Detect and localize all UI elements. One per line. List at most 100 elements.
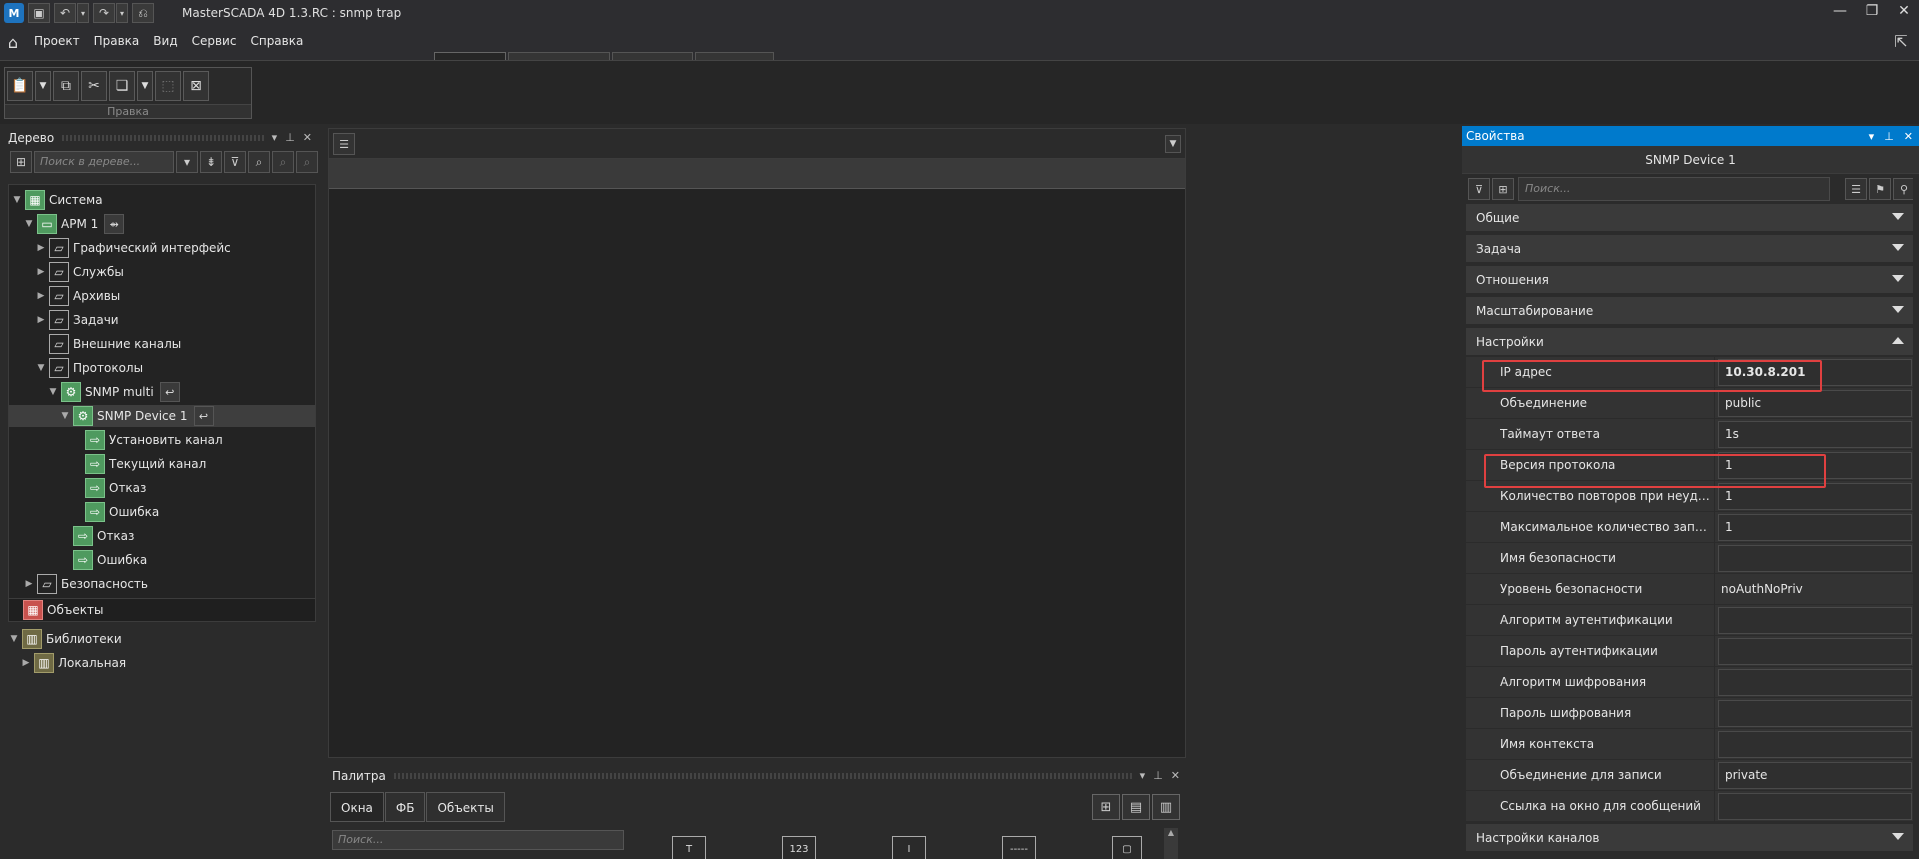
expand-arrow-icon[interactable]: ▶ [20,658,32,668]
pin-property-icon[interactable]: ⚲ [1893,178,1915,200]
expand-arrow-icon[interactable]: ▼ [11,195,23,205]
palette-tab-objects[interactable]: Объекты [426,792,505,822]
find-previous-icon[interactable]: ⌕ [272,151,294,173]
categorized-view-icon[interactable]: ☰ [1845,178,1867,200]
find-next-icon[interactable]: ⌕ [296,151,318,173]
panel-close-icon[interactable]: ✕ [1904,130,1913,143]
tree-item-tasks[interactable]: ▶ ▱ Задачи [35,309,119,331]
tree-item-error[interactable]: ⇨ Ошибка [71,501,159,523]
expand-arrow-icon[interactable]: ▼ [8,634,20,644]
prop-value-max-requests[interactable]: 1 [1718,514,1912,541]
tree-section-libraries[interactable]: ▼ ▥ Библиотеки [8,628,122,650]
category-channel-settings[interactable]: Настройки каналов [1466,824,1914,852]
redo-icon[interactable]: ↷ [93,3,115,23]
properties-search-input[interactable]: Поиск... [1518,177,1830,201]
palette-item-text[interactable]: T [672,836,706,859]
expand-arrow-icon[interactable]: ▶ [23,579,35,589]
select-icon[interactable]: ⬚ [155,71,181,101]
menu-edit[interactable]: Правка [94,34,140,48]
prop-value-auth-algo[interactable] [1718,607,1912,634]
panel-close-icon[interactable]: ✕ [1171,766,1180,786]
panel-grip[interactable] [393,773,1132,779]
return-arrow-icon[interactable]: ↩ [193,406,214,426]
prop-value-timeout[interactable]: 1s [1718,421,1912,448]
palette-tab-windows[interactable]: Окна [330,792,384,822]
flag-icon[interactable]: ⚑ [1869,178,1891,200]
palette-item-number[interactable]: 123 [782,836,816,859]
tree-item-error-2[interactable]: ⇨ Ошибка [59,549,147,571]
paste-icon[interactable]: 📋 [7,71,33,101]
expand-arrow-icon[interactable]: ▼ [47,387,59,397]
panel-close-icon[interactable]: ✕ [303,128,312,148]
undo-icon[interactable]: ↶ [54,3,76,23]
palette-scrollbar[interactable]: ▲ [1164,828,1178,859]
list-icon[interactable]: ☰ [333,133,355,155]
panel-menu-icon[interactable]: ▾ [272,128,278,148]
editor-dropdown-icon[interactable]: ▼ [1165,135,1181,153]
chevron-up-icon[interactable] [1892,337,1904,344]
save-icon[interactable]: ▣ [28,3,50,23]
home-icon[interactable]: ⌂ [4,34,22,52]
grid-view-icon[interactable]: ⊞ [1092,794,1120,820]
category-task[interactable]: Задача [1466,235,1914,263]
tree-item-snmp-multi[interactable]: ▼ ⚙ SNMP multi ↩ [47,381,180,403]
prop-value-message-window[interactable] [1718,793,1912,820]
tree-item-arm1[interactable]: ▼ ▭ АРМ 1 ⇴ [23,213,125,235]
expand-arrow-icon[interactable]: ▼ [35,363,47,373]
palette-item-line[interactable]: ----- [1002,836,1036,859]
search-icon[interactable]: ⌕ [248,151,270,173]
chevron-down-icon[interactable] [1892,306,1904,313]
search-dropdown-icon[interactable]: ▾ [176,151,198,173]
menu-service[interactable]: Сервис [192,34,237,48]
pin-icon[interactable]: ⊥ [285,128,295,148]
tree-search-input[interactable]: Поиск в дереве... [34,151,174,173]
tree-item-system[interactable]: ▼ ▦ Система [11,189,103,211]
copy-icon[interactable]: ⧉ [53,71,79,101]
prop-value-community[interactable]: public [1718,390,1912,417]
chevron-down-icon[interactable] [1892,244,1904,251]
chevron-down-icon[interactable] [1892,213,1904,220]
expand-arrow-icon[interactable]: ▶ [35,315,47,325]
tree-section-objects[interactable]: ▦ Объекты [8,598,316,622]
tree-item-local[interactable]: ▶ ▥ Локальная [20,652,126,674]
cut-icon[interactable]: ✂ [81,71,107,101]
tree-item-set-channel[interactable]: ⇨ Установить канал [71,429,223,451]
category-settings[interactable]: Настройки [1466,328,1914,356]
pin-icon[interactable]: ⊥ [1884,130,1894,143]
duplicate-icon[interactable]: ❏ [109,71,135,101]
palette-item-frame[interactable]: ▢ [1112,836,1142,859]
expand-arrow-icon[interactable]: ▼ [59,411,71,421]
prop-value-context-name[interactable] [1718,731,1912,758]
prop-value-security-level[interactable]: noAuthNoPriv [1714,576,1908,603]
tree-item-current-channel[interactable]: ⇨ Текущий канал [71,453,206,475]
delete-icon[interactable]: ⊠ [183,71,209,101]
palette-item-input[interactable]: I [892,836,926,859]
undo-dropdown-icon[interactable]: ▾ [77,3,89,23]
tree-item-security[interactable]: ▶ ▱ Безопасность [23,573,148,595]
menu-help[interactable]: Справка [250,34,303,48]
chevron-down-icon[interactable] [1892,275,1904,282]
properties-scrollbar[interactable] [1913,176,1919,859]
expand-arrow-icon[interactable]: ▶ [35,291,47,301]
tree-item-protocols[interactable]: ▼ ▱ Протоколы [35,357,143,379]
menu-project[interactable]: Проект [34,34,80,48]
minimize-button[interactable]: — [1831,3,1849,19]
pin-icon[interactable]: ⊥ [1153,766,1163,786]
hierarchy-icon[interactable]: ⊞ [1492,178,1514,200]
revert-icon[interactable]: ⎌ [132,3,154,23]
expand-arrow-icon[interactable]: ▶ [35,267,47,277]
redo-dropdown-icon[interactable]: ▾ [116,3,128,23]
panel-grip[interactable] [62,135,264,141]
table-view-icon[interactable]: ▤ [1122,794,1150,820]
prop-value-write-community[interactable]: private [1718,762,1912,789]
tree-item-snmp-device-1[interactable]: ▼ ⚙ SNMP Device 1 ↩ [9,405,315,427]
tree-item-external-channels[interactable]: ▱ Внешние каналы [35,333,181,355]
panel-menu-icon[interactable]: ▾ [1140,766,1146,786]
expand-arrow-icon[interactable]: ▶ [35,243,47,253]
panel-menu-icon[interactable]: ▾ [1869,130,1875,143]
tree-item-archives[interactable]: ▶ ▱ Архивы [35,285,120,307]
chevron-down-icon[interactable] [1892,833,1904,840]
return-arrow-icon[interactable]: ↩ [159,382,180,402]
filter-icon[interactable]: ⊽ [224,151,246,173]
collapse-all-icon[interactable]: ⇟ [200,151,222,173]
